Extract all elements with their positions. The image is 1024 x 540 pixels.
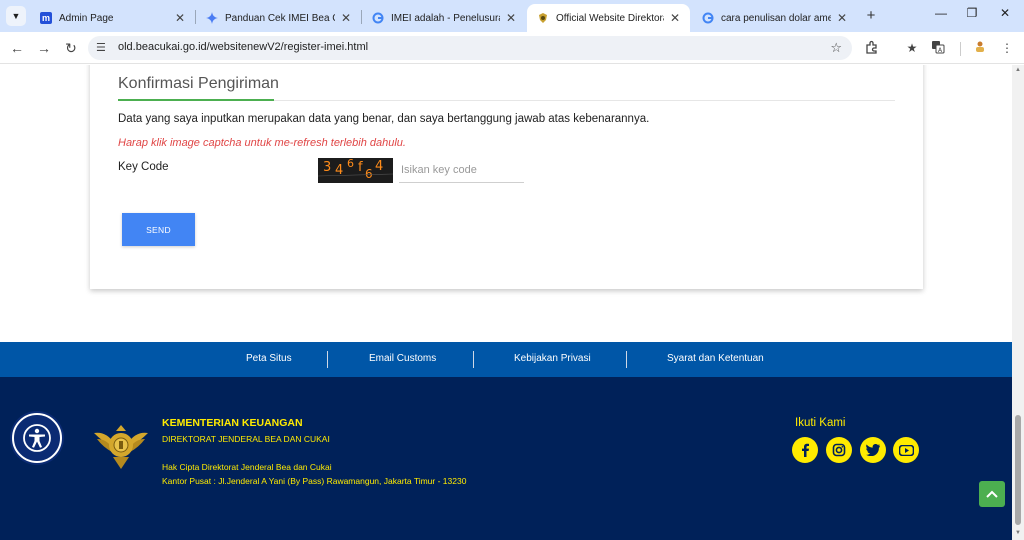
close-icon[interactable]: ✕ — [668, 11, 682, 25]
footer: KEMENTERIAN KEUANGAN DIREKTORAT JENDERAL… — [0, 377, 1012, 540]
address-text: Kantor Pusat : Jl.Jenderal A Yani (By Pa… — [162, 476, 467, 486]
title-accent-underline — [118, 99, 274, 101]
translate-icon[interactable]: A — [930, 40, 946, 56]
bookmark-star-icon[interactable]: ☆ — [830, 40, 842, 56]
link-separator — [626, 351, 627, 368]
toolbar-separator — [960, 42, 961, 56]
extensions-icon[interactable] — [864, 40, 880, 56]
send-button[interactable]: SEND — [122, 213, 195, 246]
google-icon — [702, 12, 714, 24]
restore-button[interactable]: ❐ — [962, 6, 982, 20]
browser-tab-admin[interactable]: m Admin Page ✕ — [30, 4, 195, 32]
beacukai-icon — [537, 12, 549, 24]
scroll-down-arrow-icon[interactable]: ▼ — [1015, 530, 1021, 536]
youtube-icon[interactable] — [893, 437, 919, 463]
link-separator — [473, 351, 474, 368]
tab-title: Official Website Direktorat J — [556, 12, 664, 24]
page-viewport: Konfirmasi Pengiriman Data yang saya inp… — [0, 65, 1012, 540]
scroll-up-arrow-icon[interactable]: ▲ — [1015, 67, 1021, 73]
captcha-image[interactable]: 3 4 6 f 6 4 — [318, 158, 393, 183]
profile-icon[interactable] — [972, 40, 988, 56]
follow-us-label: Ikuti Kami — [795, 417, 846, 429]
tab-search-button[interactable]: ▼ — [6, 6, 26, 26]
scroll-thumb[interactable] — [1015, 415, 1021, 525]
google-icon — [372, 12, 384, 24]
footer-link-sitemap[interactable]: Peta Situs — [246, 353, 292, 364]
section-title: Konfirmasi Pengiriman — [118, 75, 279, 92]
captcha-hint-text: Harap klik image captcha untuk me-refres… — [118, 137, 406, 149]
keycode-label: Key Code — [118, 161, 169, 173]
site-info-icon[interactable]: ☰ — [96, 41, 106, 54]
menu-icon[interactable]: ⋮ — [999, 40, 1015, 56]
close-icon[interactable]: ✕ — [835, 11, 849, 25]
m-icon: m — [40, 12, 52, 24]
close-icon[interactable]: ✕ — [339, 11, 353, 25]
accessibility-button[interactable] — [12, 413, 62, 463]
facebook-icon[interactable] — [792, 437, 818, 463]
footer-link-privacy[interactable]: Kebijakan Privasi — [514, 353, 591, 364]
forward-button[interactable]: → — [35, 39, 53, 57]
close-icon[interactable]: ✕ — [504, 11, 518, 25]
footer-link-terms[interactable]: Syarat dan Ketentuan — [667, 353, 764, 364]
tab-title: Admin Page — [59, 12, 114, 24]
url-text[interactable]: old.beacukai.go.id/websitenewV2/register… — [118, 41, 368, 53]
accessibility-icon — [23, 424, 51, 452]
tab-title: IMEI adalah - Penelusuran G — [391, 12, 500, 24]
chevron-down-icon: ▼ — [11, 11, 21, 21]
page-scrollbar[interactable]: ▲ ▼ — [1012, 65, 1024, 540]
chevron-up-icon — [986, 490, 998, 498]
new-tab-button[interactable]: + — [862, 7, 880, 25]
twitter-icon[interactable] — [860, 437, 886, 463]
org-name: KEMENTERIAN KEUANGAN — [162, 417, 303, 429]
reading-list-icon[interactable]: ★ — [904, 40, 920, 56]
back-button[interactable]: ← — [8, 39, 26, 57]
window-close-button[interactable]: ✕ — [995, 6, 1015, 20]
footer-link-email[interactable]: Email Customs — [369, 353, 436, 364]
footer-link-bar: Peta Situs Email Customs Kebijakan Priva… — [0, 342, 1012, 377]
browser-toolbar: ← → ↻ ☰ old.beacukai.go.id/websitenewV2/… — [0, 32, 1024, 64]
browser-tab-panduan[interactable]: Panduan Cek IMEI Bea Cukai ✕ — [196, 4, 361, 32]
back-to-top-button[interactable] — [979, 481, 1005, 507]
tab-title: Panduan Cek IMEI Bea Cukai — [225, 12, 335, 24]
instagram-icon[interactable] — [826, 437, 852, 463]
copyright-text: Hak Cipta Direktorat Jenderal Bea dan Cu… — [162, 462, 332, 472]
browser-tab-strip: ▼ m Admin Page ✕ Panduan Cek IMEI Bea Cu… — [0, 0, 1024, 32]
browser-tab-dolar[interactable]: cara penulisan dolar amerika ✕ — [692, 4, 857, 32]
tab-title: cara penulisan dolar amerika — [721, 12, 831, 24]
link-separator — [327, 351, 328, 368]
address-bar[interactable]: ☰ old.beacukai.go.id/websitenewV2/regist… — [88, 36, 852, 60]
close-icon[interactable]: ✕ — [173, 11, 187, 25]
ministry-logo-icon — [92, 423, 150, 473]
org-subtitle: DIREKTORAT JENDERAL BEA DAN CUKAI — [162, 434, 330, 444]
gemini-icon — [206, 12, 218, 24]
browser-tab-imei-search[interactable]: IMEI adalah - Penelusuran G ✕ — [362, 4, 526, 32]
browser-tab-beacukai[interactable]: Official Website Direktorat J ✕ — [527, 4, 690, 32]
keycode-input[interactable] — [399, 158, 524, 183]
statement-text: Data yang saya inputkan merupakan data y… — [118, 113, 650, 125]
confirmation-card: Konfirmasi Pengiriman Data yang saya inp… — [90, 65, 923, 289]
minimize-button[interactable]: — — [931, 6, 951, 20]
reload-button[interactable]: ↻ — [62, 39, 80, 57]
